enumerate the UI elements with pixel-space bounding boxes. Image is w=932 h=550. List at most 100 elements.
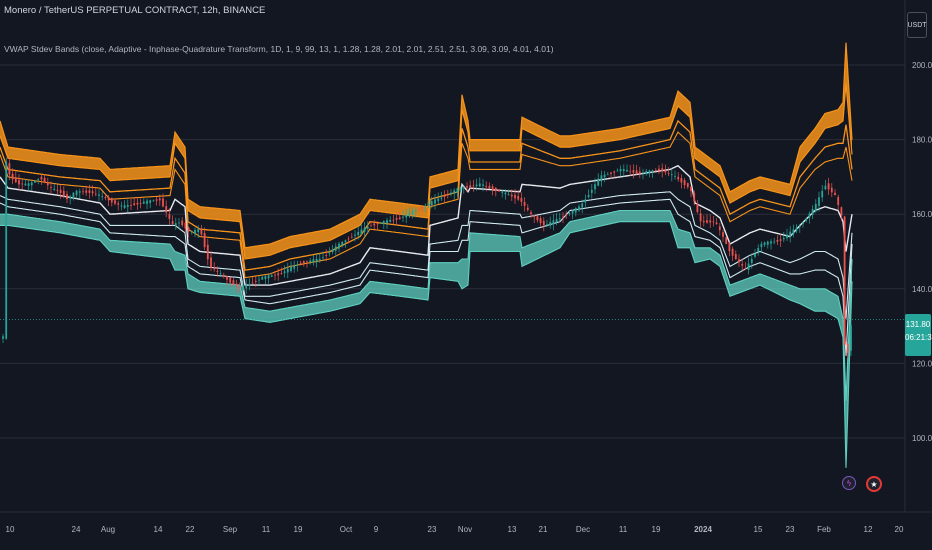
candle-body [427, 203, 430, 206]
y-tick-label: 120.00 [912, 359, 932, 368]
candle-body [222, 274, 225, 277]
candle-body [274, 274, 276, 276]
candle-body [514, 194, 516, 199]
candle-body [430, 201, 433, 206]
candle-body [216, 270, 219, 272]
candle-body [267, 275, 270, 279]
candle-body [117, 203, 120, 205]
candle-body [414, 210, 417, 212]
y-tick-label: 140.00 [912, 285, 932, 294]
price-chart[interactable]: 100.00 120.00 140.00 160.00 180.00 200.00 10 2… [0, 0, 932, 550]
x-tick-label: Feb [817, 525, 831, 534]
candle-body [850, 325, 852, 351]
us-flag-icon[interactable]: ★ [866, 476, 882, 492]
candle-body [411, 210, 414, 215]
lightning-icon[interactable]: ϟ [842, 476, 856, 490]
candle-body [814, 203, 817, 212]
candle-body [798, 226, 801, 227]
candle-body [728, 242, 731, 252]
candle-body [101, 196, 104, 197]
candle-body [226, 275, 228, 280]
candle-body [763, 242, 766, 245]
candle-body [760, 243, 763, 248]
candle-body [459, 187, 462, 191]
x-tick-label: 24 [72, 525, 81, 534]
candle-body [104, 197, 107, 199]
x-tick-label: 21 [539, 525, 548, 534]
symbol-title[interactable]: Monero / TetherUS PERPETUAL CONTRACT, 12… [4, 5, 265, 16]
candle-body [82, 191, 84, 193]
candle-body [661, 168, 664, 172]
candle-body [565, 214, 568, 216]
candle-body [251, 282, 254, 284]
candle-body [770, 241, 772, 244]
candle-body [146, 200, 148, 204]
candle-body [421, 206, 424, 208]
candle-body [594, 184, 596, 190]
candle-body [776, 240, 779, 242]
candle-body [670, 174, 673, 176]
candle-body [507, 194, 510, 196]
candle-body [549, 222, 552, 226]
candle-body [261, 277, 264, 280]
candle-body [187, 227, 190, 232]
x-tick-label: 11 [619, 525, 628, 534]
candle-body [462, 187, 465, 189]
candle-body [283, 271, 286, 274]
candle-body [734, 253, 737, 260]
indicator-title[interactable]: VWAP Stdev Bands (close, Adaptive - Inph… [4, 44, 554, 54]
x-tick-label: 14 [154, 525, 163, 534]
candle-body [574, 208, 577, 213]
candle-body [248, 284, 251, 286]
candle-body [370, 225, 372, 227]
candle-body [98, 194, 100, 196]
candle-body [536, 216, 539, 221]
candle-body [280, 273, 283, 274]
candle-body [578, 206, 580, 211]
candle-body [494, 187, 497, 192]
candle-body [232, 280, 235, 285]
candle-body [818, 197, 820, 206]
candle-body [200, 229, 203, 235]
candle-body [546, 224, 548, 226]
candle-body [568, 213, 571, 214]
candle-body [779, 239, 782, 241]
candle-body [354, 234, 356, 236]
candle-body [142, 201, 145, 204]
candle-body [626, 169, 628, 172]
candle-body [293, 265, 296, 269]
last-price: 131.80 [905, 320, 931, 329]
candle-body [715, 222, 718, 225]
candle-body [834, 192, 836, 196]
currency-label[interactable]: USDT [907, 12, 927, 38]
candle-body [110, 198, 113, 203]
candle-body [50, 187, 52, 188]
candle-body [158, 198, 161, 201]
candle-body [299, 262, 302, 264]
candle-body [837, 197, 840, 205]
candle-body [418, 208, 420, 210]
candle-body [786, 234, 788, 239]
candle-body [533, 215, 536, 218]
candle-body [405, 214, 408, 218]
candle-body [5, 161, 8, 339]
candle-body [590, 189, 593, 193]
candle-body [539, 218, 542, 224]
candle-body [34, 180, 36, 183]
candle-body [325, 255, 328, 256]
candle-body [277, 273, 280, 276]
candle-body [664, 170, 667, 173]
candle-body [56, 189, 59, 191]
candle-body [174, 223, 177, 226]
candle-body [152, 200, 155, 202]
candle-body [24, 183, 27, 186]
candle-body [555, 219, 558, 223]
candle-body [18, 180, 20, 185]
candle-body [789, 231, 792, 237]
candle-body [194, 229, 196, 234]
candle-body [744, 268, 747, 269]
candle-body [395, 218, 398, 220]
candle-body [107, 197, 110, 201]
candle-body [475, 184, 478, 187]
candle-body [235, 283, 238, 287]
